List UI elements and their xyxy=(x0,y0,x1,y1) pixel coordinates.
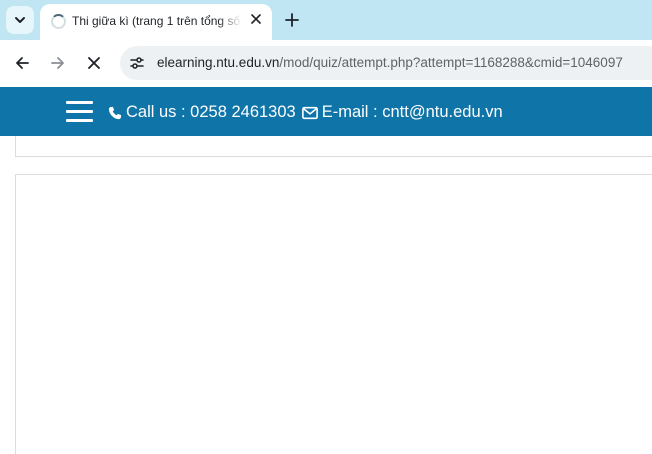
url-host: elearning.ntu.edu.vn xyxy=(157,55,280,70)
site-header: Call us : 0258 2461303 E-mail : cntt@ntu… xyxy=(0,87,652,136)
browser-toolbar: elearning.ntu.edu.vn/mod/quiz/attempt.ph… xyxy=(0,40,652,87)
address-bar[interactable]: elearning.ntu.edu.vn/mod/quiz/attempt.ph… xyxy=(120,46,652,80)
tab-search-button[interactable] xyxy=(6,6,34,34)
tab-title: Thi giữa kì (trang 1 trên tổng số xyxy=(72,14,242,28)
tune-icon xyxy=(130,57,144,69)
content-panel-top xyxy=(15,136,652,157)
arrow-right-icon xyxy=(51,57,64,69)
forward-button[interactable] xyxy=(47,52,69,74)
loading-spinner-icon xyxy=(51,14,66,29)
browser-tab-active[interactable]: Thi giữa kì (trang 1 trên tổng số xyxy=(40,4,272,40)
content-panel-main xyxy=(15,174,652,454)
phone-icon xyxy=(108,106,122,119)
email-label: E-mail : cntt@ntu.edu.vn xyxy=(321,103,503,121)
url-text: elearning.ntu.edu.vn/mod/quiz/attempt.ph… xyxy=(157,55,623,70)
site-info-button[interactable] xyxy=(126,52,148,74)
close-icon xyxy=(88,57,100,69)
stop-loading-button[interactable] xyxy=(83,52,105,74)
chevron-down-icon xyxy=(15,17,25,23)
browser-tab-strip: Thi giữa kì (trang 1 trên tổng số xyxy=(0,0,652,40)
back-button[interactable] xyxy=(11,52,33,74)
phone-label: Call us : 0258 2461303 xyxy=(126,103,296,121)
tab-close-button[interactable] xyxy=(248,11,264,27)
plus-icon xyxy=(285,13,299,27)
close-icon xyxy=(251,14,261,24)
url-path: /mod/quiz/attempt.php?attempt=1168288&cm… xyxy=(279,55,623,70)
contact-info: Call us : 0258 2461303 E-mail : cntt@ntu… xyxy=(108,103,503,122)
envelope-icon xyxy=(301,106,318,119)
hamburger-menu-icon[interactable] xyxy=(66,101,94,123)
arrow-left-icon xyxy=(16,57,29,69)
new-tab-button[interactable] xyxy=(282,10,302,30)
